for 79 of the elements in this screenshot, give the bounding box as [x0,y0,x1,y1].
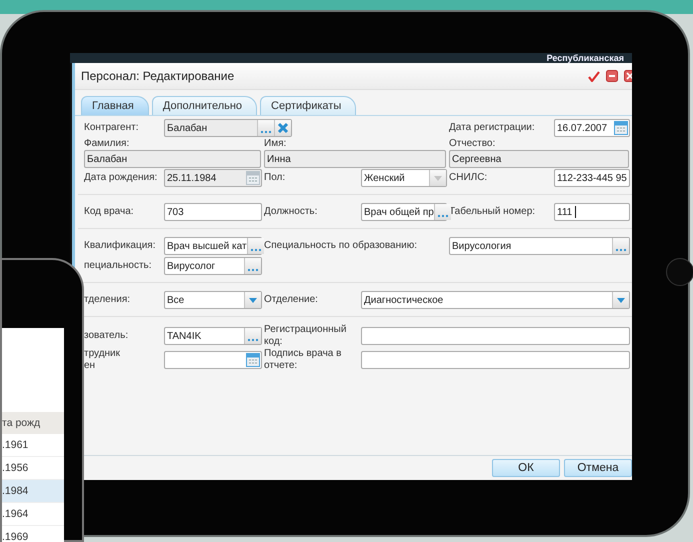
dots-icon [615,248,627,252]
text-field[interactable]: 703 [164,203,262,221]
text-field[interactable]: Сергеевна [449,150,629,168]
clear-button[interactable] [274,120,291,136]
text-field[interactable] [361,327,630,345]
field-label: Контрагент: [84,122,140,134]
field-label: Отделение: [264,294,319,306]
field-label: Специальность по образованию: [264,240,418,252]
triangle-icon [249,298,257,302]
lookup-button[interactable] [434,204,451,220]
lookup-button[interactable] [612,238,629,254]
lookup-button[interactable] [257,120,274,136]
text-field[interactable]: 112-233-445 95 [554,169,630,187]
field-label: тделения: [84,294,132,306]
field-label: Отчество: [449,138,496,150]
dots-icon [250,248,262,252]
lookup-field[interactable]: Вирусология [449,237,630,255]
window-title: Персонал: Редактирование [81,69,234,83]
dialog-button[interactable]: ОК [492,459,560,477]
dots-icon [247,338,259,342]
dialog-button[interactable]: Отмена [564,459,632,477]
field-label: Имя: [264,138,288,150]
date-field[interactable]: 16.07.2007 [554,119,630,137]
dropdown-field[interactable]: Диагностическое [361,291,630,309]
dropdown-field[interactable]: Все [164,291,262,309]
lookup-button[interactable] [246,238,264,254]
field-label: Пол: [264,172,286,184]
text-field[interactable]: Балабан [84,150,261,168]
dropdown-button[interactable] [612,292,629,308]
lookup-button[interactable] [244,258,261,274]
calendar-button[interactable] [245,352,261,368]
x-icon [277,122,289,134]
minimize-icon [606,70,618,82]
table-cell: .1961 [2,434,64,457]
home-button[interactable] [666,258,693,286]
field-label: Регистрационный код: [264,324,348,348]
calendar-icon [614,121,628,135]
text-field[interactable]: 111 [554,203,630,221]
date-field[interactable]: 25.11.1984 [164,169,262,187]
lookup-field[interactable]: Врач высшей кат [164,237,262,255]
triangle-icon [434,176,442,180]
checkmark-icon [588,70,600,82]
field-label: пециальность: [84,260,153,272]
dots-icon [260,130,272,134]
dots-icon [247,268,259,272]
field-label: СНИЛС: [449,172,488,184]
column-header[interactable]: та рожд [2,412,64,434]
tab[interactable]: Сертификаты [260,96,356,115]
lookup-field[interactable]: TAN4IK [164,327,262,345]
text-field[interactable]: Инна [264,150,446,168]
field-label: Должность: [264,206,318,218]
field-label: Дата рождения: [84,172,158,184]
table-cell: .1984 [2,480,64,503]
tab[interactable]: Дополнительно [152,96,258,115]
calendar-button[interactable] [613,120,629,136]
field-label: Подпись врача в отчете: [264,348,342,372]
triangle-icon [617,298,625,302]
tab[interactable]: Главная [81,96,149,115]
text-field[interactable] [361,351,630,369]
table-cell: .1964 [2,503,64,526]
calendar-icon [246,353,260,367]
date-field[interactable] [164,351,262,369]
field-label: Фамилия: [84,138,130,150]
calendar-button[interactable] [245,170,261,186]
lookup-field[interactable]: Балабан [164,119,292,137]
dots-icon [436,214,449,218]
field-label: Дата регистрации: [449,122,536,134]
banner-text: Республиканская [546,53,624,63]
field-label: Код врача: [84,206,135,218]
lookup-button[interactable] [244,328,261,344]
text-cursor [575,206,576,218]
table-cell: .1969 [2,526,64,542]
field-label: Табельный номер: [449,206,536,218]
field-label: Квалификация: [84,240,156,252]
field-label: трудник ен [84,348,122,372]
lookup-field[interactable]: Вирусолог [164,257,262,275]
field-label: зователь: [84,330,130,342]
calendar-icon [246,171,260,185]
dropdown-button[interactable] [244,292,261,308]
